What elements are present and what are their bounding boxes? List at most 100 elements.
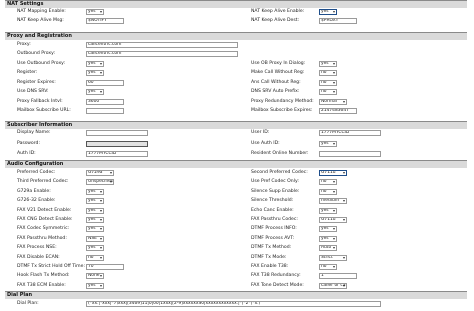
audio-right-select[interactable]: yes xyxy=(319,226,337,233)
resident-online-number-input[interactable] xyxy=(319,151,381,157)
proxy-right-select[interactable]: Normal xyxy=(319,98,347,105)
audio-left-label: FAX Codec Symmetric: xyxy=(17,226,70,232)
audio-right-select[interactable]: no xyxy=(319,264,337,270)
audio-right-label: FAX T38 Redundancy: xyxy=(251,273,301,279)
proxy-right-input[interactable]: 2147483647 xyxy=(319,108,357,114)
password-input[interactable] xyxy=(86,141,148,147)
proxy-right-select[interactable]: no xyxy=(319,89,337,96)
proxy-right-label: Ans Call Without Reg: xyxy=(251,79,301,85)
user-id-input[interactable]: 1777MYCCID xyxy=(319,130,381,136)
proxy-right-select[interactable]: no xyxy=(319,79,337,86)
audio-right-label: FAX Passthru Codec: xyxy=(251,217,298,222)
proxy-left-select[interactable]: yes xyxy=(86,89,104,96)
audio-right-label: DTMF Tx Method: xyxy=(251,245,292,251)
subscriber-information-header: Subscriber Information xyxy=(5,121,467,129)
password-label: Password: xyxy=(17,141,41,146)
dial-plan-header: Dial Plan xyxy=(5,291,467,299)
audio-right-select[interactable]: yes xyxy=(319,207,337,214)
audio-left-select[interactable]: yes xyxy=(86,217,104,223)
proxy-right-label: Use OB Proxy In Dialog: xyxy=(251,61,306,66)
proxy-left-label: Use Outbound Proxy: xyxy=(17,61,66,66)
audio-left-label: Preferred Codec: xyxy=(17,170,56,175)
proxy-input[interactable]: callcentric.com xyxy=(86,42,238,48)
nat-right-select[interactable]: yes xyxy=(319,9,337,15)
audio-left-label: G729a Enable: xyxy=(17,188,51,194)
proxy-left-label: Proxy Fallback Intvl: xyxy=(17,98,63,104)
audio-right-label: DTMF Process INFO: xyxy=(251,226,297,232)
audio-right-label: FAX Tone Detect Mode: xyxy=(251,282,304,288)
audio-left-label: FAX T38 ECM Enable: xyxy=(17,282,66,288)
audio-right-select[interactable]: G711u xyxy=(319,170,347,176)
proxy-right-select[interactable]: yes xyxy=(319,61,337,67)
audio-left-select[interactable]: yes xyxy=(86,207,104,214)
audio-left-label: G726-32 Enable: xyxy=(17,198,56,204)
audio-left-label: DTMF Tx Strict Hold Off Time: xyxy=(17,264,86,269)
proxy-left-input[interactable]: 3600 xyxy=(86,98,124,105)
audio-right-input[interactable]: 1 xyxy=(319,273,357,280)
audio-right-label: DTMF Tx Mode: xyxy=(251,254,287,260)
audio-right-select[interactable]: no xyxy=(319,188,337,195)
audio-right-select[interactable]: Auto xyxy=(319,245,337,252)
display-name-label: Display Name: xyxy=(17,130,51,135)
audio-left-input[interactable]: 70 xyxy=(86,264,124,270)
nat-right-label: NAT Keep Alive Dest: xyxy=(251,18,300,23)
proxy-left-label: Use DNS SRV: xyxy=(17,89,49,95)
audio-left-select[interactable]: yes xyxy=(86,188,104,195)
nat-left-input[interactable]: $NOTIFY xyxy=(86,18,124,24)
dial-plan-label: Dial Plan: xyxy=(17,301,39,306)
audio-left-select[interactable]: yes xyxy=(86,226,104,233)
audio-left-label: FAX Disable ECAN: xyxy=(17,254,60,260)
audio-left-select[interactable]: yes xyxy=(86,282,104,289)
proxy-registration-header: Proxy and Registration xyxy=(5,32,467,40)
audio-right-label: Use Pref Codec Only: xyxy=(251,179,299,185)
proxy-right-select[interactable]: no xyxy=(319,70,337,77)
audio-right-select[interactable]: medium xyxy=(319,198,347,205)
nat-left-label: NAT Mapping Enable: xyxy=(17,9,66,14)
audio-left-select[interactable]: None xyxy=(86,273,104,280)
proxy-right-label: Mailbox Subscribe Expires: xyxy=(251,108,313,113)
audio-left-select[interactable]: Unspecified xyxy=(86,179,114,186)
audio-right-select[interactable]: G711u xyxy=(319,217,347,223)
audio-left-select[interactable]: yes xyxy=(86,198,104,205)
proxy-left-select[interactable]: yes xyxy=(86,70,104,77)
audio-right-label: Second Preferred Codec: xyxy=(251,170,308,175)
audio-right-label: DTMF Process AVT: xyxy=(251,235,295,241)
nat-left-select[interactable]: yes xyxy=(86,9,104,15)
audio-right-label: FAX Enable T38: xyxy=(251,264,289,269)
nat-right-label: NAT Keep Alive Enable: xyxy=(251,9,305,14)
audio-left-select[interactable]: G729a xyxy=(86,170,114,176)
resident-online-number-label: Resident Online Number: xyxy=(251,151,309,156)
audio-left-label: FAX V21 Detect Enable: xyxy=(17,207,72,213)
outbound-proxy-input[interactable]: callcentric.com xyxy=(86,51,238,57)
proxy-left-input[interactable] xyxy=(86,108,124,114)
auth-id-input[interactable]: 1777MYCCID xyxy=(86,151,148,157)
audio-left-select[interactable]: no xyxy=(86,254,104,261)
audio-right-select[interactable]: yes xyxy=(319,235,337,242)
audio-right-label: Silence Supp Enable: xyxy=(251,188,300,194)
auth-id-label: Auth ID: xyxy=(17,151,36,156)
dial-plan-input[interactable]: (*xx.|*xxx|*7\xxx|[3469]11|0|00|1xxx|[2-… xyxy=(86,301,381,307)
display-name-input[interactable] xyxy=(86,130,148,136)
audio-left-label: Third Preferred Codec: xyxy=(17,179,69,185)
proxy-left-input[interactable]: 60 xyxy=(86,79,124,86)
use-auth-id-select[interactable]: yes xyxy=(319,141,337,147)
nat-left-label: NAT Keep Alive Msg: xyxy=(17,18,64,23)
audio-left-label: FAX Process NSE: xyxy=(17,245,57,251)
nat-right-input[interactable]: $PROXY xyxy=(319,18,357,24)
audio-left-label: Hook Flash Tx Method: xyxy=(17,273,70,279)
audio-left-select[interactable]: NSE xyxy=(86,235,104,242)
proxy-left-label: Register: xyxy=(17,70,38,76)
audio-right-select[interactable]: no xyxy=(319,179,337,186)
proxy-left-select[interactable]: yes xyxy=(86,61,104,67)
nat-settings-header: NAT Settings xyxy=(5,0,467,8)
audio-left-label: FAX CNG Detect Enable: xyxy=(17,217,73,222)
user-id-label: User ID: xyxy=(251,130,270,135)
audio-right-label: Silence Threshold: xyxy=(251,198,294,204)
audio-right-select[interactable]: Strict xyxy=(319,254,347,261)
outbound-proxy-label: Outbound Proxy: xyxy=(17,51,56,56)
audio-right-select[interactable]: caller or callee xyxy=(319,282,347,289)
proxy-right-label: DNS SRV Auto Prefix: xyxy=(251,89,300,95)
audio-left-select[interactable]: yes xyxy=(86,245,104,252)
proxy-left-label: Register Expires: xyxy=(17,79,56,85)
proxy-right-label: Proxy Redundancy Method: xyxy=(251,98,314,104)
